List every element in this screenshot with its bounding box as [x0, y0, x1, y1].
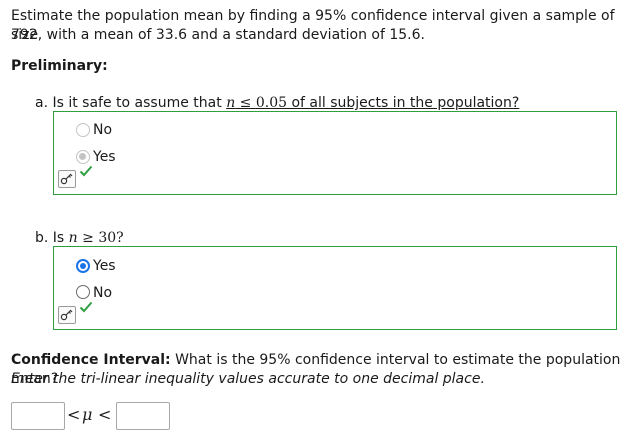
part-a-suffix: of all subjects in the population? — [287, 95, 520, 111]
part-b-prefix: b. Is — [35, 230, 69, 246]
checkmark-icon — [79, 165, 93, 177]
less-than-sign-1: < — [67, 405, 81, 424]
part-a-option-no-label: No — [93, 122, 113, 138]
lower-bound-input[interactable] — [11, 402, 65, 430]
part-b-op: ≥ — [77, 230, 99, 246]
key-icon — [60, 309, 73, 321]
part-b-radio-yes[interactable] — [76, 259, 90, 273]
less-than-sign-2: < — [98, 405, 112, 424]
part-b-value: 30? — [98, 230, 124, 246]
part-b-answer-key-button[interactable] — [58, 306, 76, 324]
part-a-op: ≤ — [235, 95, 256, 111]
part-a-option-yes-label: Yes — [93, 149, 116, 165]
part-b-answer-panel: Yes No — [53, 246, 617, 330]
preliminary-heading: Preliminary: — [11, 58, 108, 74]
part-a-radio-no — [76, 123, 90, 137]
part-a-prefix: a. Is it safe to assume that — [35, 95, 227, 111]
part-a-value: 0.05 — [255, 95, 288, 111]
part-a-answer-key-button[interactable] — [58, 170, 76, 188]
upper-bound-input[interactable] — [116, 402, 170, 430]
part-b-var: n — [68, 230, 78, 246]
confidence-interval-instruction: Enter the tri-linear inequality values a… — [11, 371, 485, 387]
part-b-option-yes-label: Yes — [93, 258, 116, 274]
key-icon — [60, 173, 73, 185]
confidence-interval-label: Confidence Interval: — [11, 352, 171, 368]
problem-statement-line2: 792, with a mean of 33.6 and a standard … — [11, 27, 425, 43]
part-a-radio-yes — [76, 150, 90, 164]
checkmark-icon — [79, 301, 93, 313]
part-b-option-no-label: No — [93, 285, 113, 301]
mu-symbol: μ — [82, 405, 93, 424]
part-b-radio-no[interactable] — [76, 285, 90, 299]
part-a-var: n — [226, 95, 236, 111]
part-a-answer-panel: No Yes — [53, 111, 617, 195]
